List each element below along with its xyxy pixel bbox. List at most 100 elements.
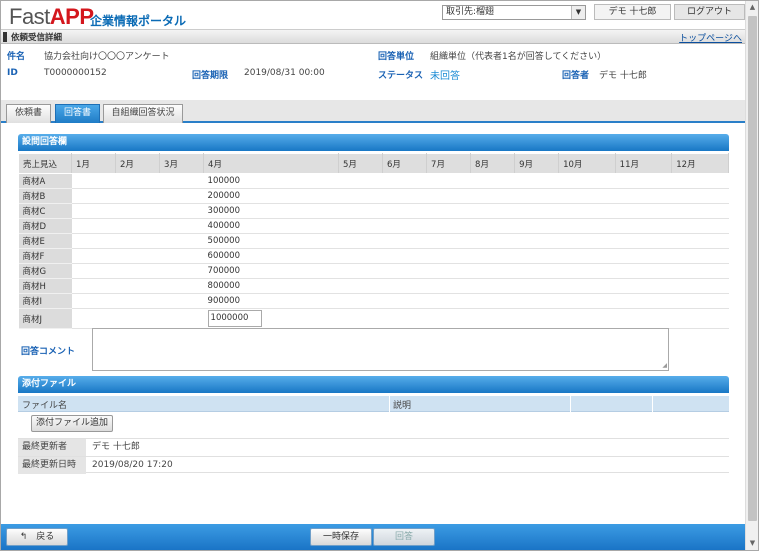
table-row: 商材A 100000 xyxy=(18,173,729,189)
answer-section-title: 設問回答欄 xyxy=(18,134,729,151)
table-row: 商材C 300000 xyxy=(18,203,729,219)
app-window: FastAPP 企業情報ポータル 取引先:榴翅 ▼ デモ 十七郎 ログアウト 依… xyxy=(0,0,759,551)
tab-bar: 依頼書 回答書 自組織回答状況 xyxy=(1,100,745,123)
row-header: 商材C xyxy=(18,203,72,219)
month-header: 3月 xyxy=(159,153,205,174)
month-header: 7月 xyxy=(426,153,472,174)
logo-app: APP xyxy=(49,4,94,29)
attachment-header-row: ファイル名 説明 xyxy=(18,396,729,412)
april-input[interactable]: 1000000 xyxy=(207,310,262,327)
answer-unit-value: 組織単位（代表者1名が回答してください） xyxy=(430,52,607,62)
row-header: 商材G xyxy=(18,263,72,279)
last-updated-label: 最終更新日時 xyxy=(18,457,86,474)
column-divider xyxy=(570,396,571,412)
respondent-label: 回答者 xyxy=(562,71,590,81)
last-updater-row: 最終更新者 デモ 十七郎 xyxy=(18,438,729,456)
month-header: 2月 xyxy=(115,153,161,174)
row-header: 商材B xyxy=(18,188,72,204)
resize-grip-icon[interactable]: ◢ xyxy=(662,362,667,369)
april-cell[interactable]: 300000 xyxy=(203,203,339,219)
subject-value: 協力会社向け〇〇〇アンケート xyxy=(44,52,170,62)
fastapp-logo[interactable]: FastAPP xyxy=(9,4,94,30)
logo-fast: Fast xyxy=(9,4,50,29)
april-cell[interactable]: 200000 xyxy=(203,188,339,204)
row-header: 商材E xyxy=(18,233,72,249)
tab-org-status[interactable]: 自組織回答状況 xyxy=(103,104,183,123)
back-arrow-icon: ↰ xyxy=(19,532,28,542)
subject-label: 件名 xyxy=(7,52,26,62)
april-cell[interactable]: 700000 xyxy=(203,263,339,279)
back-button[interactable]: ↰ 戻る xyxy=(6,528,68,546)
april-cell[interactable]: 800000 xyxy=(203,278,339,294)
attachment-section-title: 添付ファイル xyxy=(18,376,729,393)
row-header: 商材A xyxy=(18,173,72,189)
status-badge: 未回答 xyxy=(430,71,460,82)
month-header: 11月 xyxy=(614,153,673,174)
add-attachment-button[interactable]: 添付ファイル追加 xyxy=(31,415,113,432)
last-updater-value: デモ 十七郎 xyxy=(92,442,140,452)
table-row: 商材J 1000000 xyxy=(18,308,729,329)
table-row: 商材B 200000 xyxy=(18,188,729,204)
month-header: 5月 xyxy=(337,153,384,174)
table-row: 商材E 500000 xyxy=(18,233,729,249)
deadline-value: 2019/08/31 00:00 xyxy=(244,68,325,78)
chevron-down-icon[interactable]: ▼ xyxy=(571,6,585,19)
title-marker-icon xyxy=(3,32,7,42)
table-row: 商材D 400000 xyxy=(18,218,729,234)
col-description: 説明 xyxy=(393,401,412,411)
table-row: 商材F 600000 xyxy=(18,248,729,264)
table-row: 商材I 900000 xyxy=(18,293,729,309)
row-header: 商材D xyxy=(18,218,72,234)
top-page-link[interactable]: トップページへ xyxy=(679,31,742,44)
comment-textarea[interactable]: ◢ xyxy=(92,328,669,371)
info-row-id: ID T0000000152 回答期限 2019/08/31 00:00 ステー… xyxy=(1,68,745,82)
back-label: 戻る xyxy=(36,532,55,542)
month-header: 6月 xyxy=(382,153,428,174)
month-header: 10月 xyxy=(558,153,616,174)
respondent-value: デモ 十七郎 xyxy=(599,71,647,81)
table-row: 商材H 800000 xyxy=(18,278,729,294)
row-header: 商材H xyxy=(18,278,72,294)
april-cell[interactable]: 900000 xyxy=(203,293,339,309)
deadline-label: 回答期限 xyxy=(192,71,229,81)
month-header: 8月 xyxy=(470,153,516,174)
table-row: 商材G 700000 xyxy=(18,263,729,279)
tab-answer[interactable]: 回答書 xyxy=(55,104,100,123)
client-select[interactable]: 取引先:榴翅 ▼ xyxy=(442,5,586,20)
month-header: 12月 xyxy=(671,153,729,174)
breadcrumb: 依頼受信詳細 トップページへ xyxy=(1,29,745,44)
last-updater-label: 最終更新者 xyxy=(18,439,86,456)
tab-request[interactable]: 依頼書 xyxy=(6,104,51,123)
info-row-subject: 件名 協力会社向け〇〇〇アンケート 回答単位 組織単位（代表者1名が回答してくだ… xyxy=(1,49,745,63)
grid-corner-header: 売上見込 xyxy=(18,153,72,174)
april-cell[interactable]: 600000 xyxy=(203,248,339,264)
col-file-name: ファイル名 xyxy=(22,401,68,411)
column-divider xyxy=(389,396,390,412)
answer-grid: 売上見込 1月 2月 3月 4月 5月 6月 7月 8月 9月 10月 11月 … xyxy=(18,153,729,329)
last-updated-row: 最終更新日時 2019/08/20 17:20 xyxy=(18,456,729,474)
id-value: T0000000152 xyxy=(44,68,107,78)
scroll-up-icon[interactable]: ▲ xyxy=(746,1,758,14)
column-divider xyxy=(652,396,653,412)
submit-answer-button[interactable]: 回答 xyxy=(373,528,435,546)
answer-unit-label: 回答単位 xyxy=(378,52,415,62)
april-cell[interactable]: 400000 xyxy=(203,218,339,234)
scroll-down-icon[interactable]: ▼ xyxy=(746,537,758,550)
april-cell[interactable]: 500000 xyxy=(203,233,339,249)
vertical-scrollbar[interactable]: ▲ ▼ xyxy=(745,1,758,550)
april-cell: 1000000 xyxy=(203,308,339,329)
id-label: ID xyxy=(7,68,18,78)
month-header: 9月 xyxy=(514,153,560,174)
grid-header-row: 売上見込 1月 2月 3月 4月 5月 6月 7月 8月 9月 10月 11月 … xyxy=(18,153,729,174)
header: FastAPP 企業情報ポータル 取引先:榴翅 ▼ デモ 十七郎 ログアウト xyxy=(1,1,745,29)
row-header: 商材J xyxy=(18,308,72,329)
row-header: 商材F xyxy=(18,248,72,264)
scroll-thumb[interactable] xyxy=(748,16,757,521)
april-cell[interactable]: 100000 xyxy=(203,173,339,189)
row-header: 商材I xyxy=(18,293,72,309)
page-title: 依頼受信詳細 xyxy=(11,33,63,43)
logout-button[interactable]: ログアウト xyxy=(674,4,745,20)
portal-title: 企業情報ポータル xyxy=(90,14,187,28)
save-draft-button[interactable]: 一時保存 xyxy=(310,528,372,546)
user-name: デモ 十七郎 xyxy=(594,4,671,20)
